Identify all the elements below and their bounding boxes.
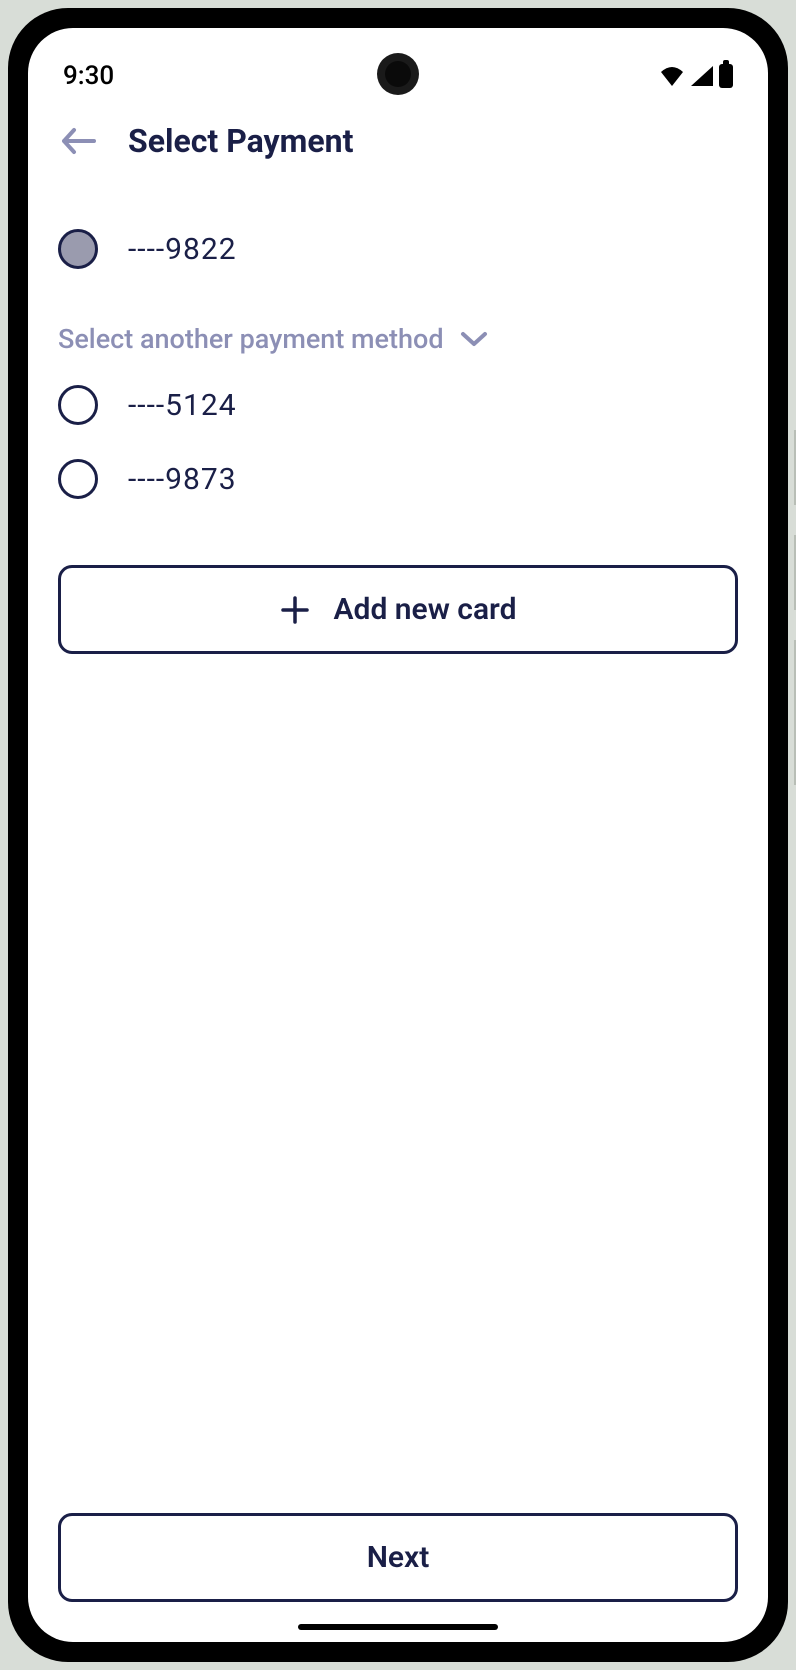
- radio-unselected-icon: [58, 459, 98, 499]
- expand-payment-methods-toggle[interactable]: Select another payment method: [58, 323, 738, 355]
- status-icons: [659, 64, 733, 88]
- payment-option-alt-0[interactable]: ----5124: [58, 377, 738, 433]
- next-button-label: Next: [367, 1540, 430, 1575]
- radio-selected-icon: [58, 229, 98, 269]
- device-frame: 9:30 Select Payment: [8, 8, 788, 1662]
- camera-notch: [377, 53, 419, 95]
- next-button[interactable]: Next: [58, 1513, 738, 1602]
- home-indicator[interactable]: [298, 1624, 498, 1630]
- plus-icon: [280, 595, 310, 625]
- battery-icon: [719, 64, 733, 88]
- payment-label: ----5124: [128, 388, 237, 423]
- page-title: Select Payment: [128, 122, 353, 160]
- screen: 9:30 Select Payment: [28, 28, 768, 1642]
- chevron-down-icon: [460, 331, 488, 347]
- section-header-text: Select another payment method: [58, 323, 444, 355]
- content-area: ----9822 Select another payment method -…: [28, 181, 768, 1493]
- radio-unselected-icon: [58, 385, 98, 425]
- signal-icon: [691, 66, 713, 86]
- payment-label: ----9873: [128, 462, 237, 497]
- wifi-icon: [659, 66, 685, 86]
- add-new-card-button[interactable]: Add new card: [58, 565, 738, 654]
- status-time: 9:30: [63, 61, 114, 91]
- payment-option-primary[interactable]: ----9822: [58, 221, 738, 277]
- payment-option-alt-1[interactable]: ----9873: [58, 451, 738, 507]
- back-button[interactable]: [58, 121, 98, 161]
- payment-label: ----9822: [128, 232, 237, 267]
- arrow-left-icon: [60, 126, 96, 156]
- app-header: Select Payment: [28, 103, 768, 181]
- footer: Next: [28, 1493, 768, 1642]
- add-card-label: Add new card: [334, 592, 517, 627]
